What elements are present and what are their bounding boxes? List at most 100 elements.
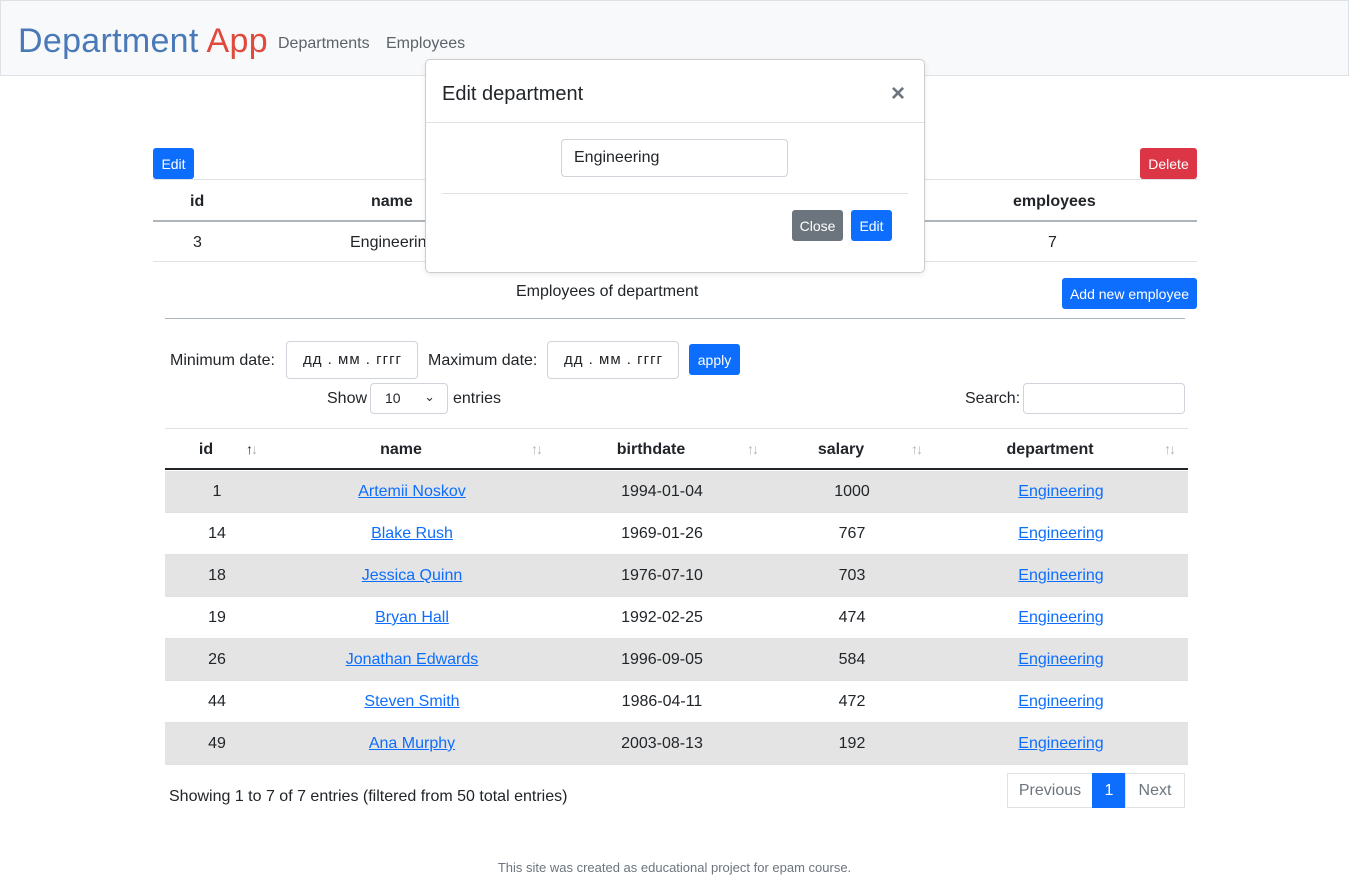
cell-id: 26 [208, 651, 226, 668]
cell-salary: 584 [838, 651, 866, 668]
col-header-salary[interactable]: salary [777, 441, 905, 459]
employee-link[interactable]: Steven Smith [364, 693, 459, 710]
cell-salary: 703 [838, 567, 866, 584]
cell-id: 18 [208, 567, 226, 584]
sort-icon[interactable]: ↑↓ [1164, 441, 1176, 457]
employee-link[interactable]: Jonathan Edwards [346, 651, 479, 668]
nav-link-departments[interactable]: Departments [278, 34, 370, 54]
sort-icon[interactable]: ↑↓ [531, 441, 543, 457]
employee-link[interactable]: Artemii Noskov [358, 483, 466, 500]
brand-part2: App [206, 22, 268, 60]
department-link[interactable]: Engineering [1018, 651, 1103, 668]
department-link[interactable]: Engineering [1018, 609, 1103, 626]
dept-header-name: name [371, 193, 413, 210]
modal-close-button[interactable]: Close [792, 210, 843, 241]
department-link[interactable]: Engineering [1018, 693, 1103, 710]
table-row: 14 Blake Rush 1969-01-26 767 Engineering [165, 513, 1188, 555]
cell-name: Ana Murphy [275, 735, 549, 753]
entries-label: entries [453, 390, 502, 407]
department-link[interactable]: Engineering [1018, 735, 1103, 752]
dept-header-id: id [190, 193, 205, 210]
table-row: 18 Jessica Quinn 1976-07-10 703 Engineering [165, 555, 1188, 597]
employee-link[interactable]: Bryan Hall [375, 609, 449, 626]
close-icon[interactable]: × [891, 82, 905, 106]
show-label: Show [327, 390, 368, 407]
sort-icon[interactable]: ↑↓ [747, 441, 759, 457]
dept-cell-employees: 7 [1048, 234, 1057, 251]
chevron-down-icon: ⌄ [424, 389, 435, 404]
cell-salary: 192 [838, 735, 866, 752]
max-date-label: Maximum date: [428, 352, 538, 369]
table-row: 49 Ana Murphy 2003-08-13 192 Engineering [165, 723, 1188, 765]
sort-icon[interactable]: ↑↓ [911, 441, 923, 457]
cell-salary: 1000 [834, 483, 870, 500]
pagination-page-1[interactable]: 1 [1092, 773, 1126, 808]
cell-department: Engineering [937, 567, 1185, 585]
table-row: 44 Steven Smith 1986-04-11 472 Engineering [165, 681, 1188, 723]
apply-filter-button[interactable]: apply [689, 344, 740, 375]
footer-text: This site was created as educational pro… [497, 860, 852, 875]
col-header-birthdate[interactable]: birthdate [563, 441, 739, 459]
col-header-department[interactable]: department [937, 441, 1163, 459]
cell-birthdate: 1969-01-26 [621, 525, 703, 542]
entries-select[interactable]: 10 ⌄ [370, 383, 448, 414]
modal-footer-divider [442, 193, 908, 194]
cell-salary: 472 [838, 693, 866, 710]
cell-department: Engineering [937, 525, 1185, 543]
section-divider [165, 318, 1185, 319]
col-header-name[interactable]: name [275, 441, 527, 459]
dept-cell-id: 3 [193, 234, 202, 251]
delete-department-button[interactable]: Delete [1140, 148, 1197, 179]
cell-name: Jonathan Edwards [275, 651, 549, 669]
cell-department: Engineering [937, 693, 1185, 711]
table-row: 1 Artemii Noskov 1994-01-04 1000 Engineering [165, 471, 1188, 513]
sort-asc-icon[interactable]: ↑↓ [246, 441, 258, 457]
modal-header-divider [426, 122, 924, 123]
brand-logo[interactable]: Department App [18, 20, 268, 62]
nav-link-employees[interactable]: Employees [386, 34, 465, 54]
cell-id: 14 [208, 525, 226, 542]
cell-birthdate: 1986-04-11 [621, 693, 703, 710]
cell-name: Artemii Noskov [275, 483, 549, 501]
max-date-input[interactable]: дд . мм . гггг [547, 341, 679, 379]
employees-caption: Employees of department [516, 283, 699, 300]
brand-part1: Department [18, 22, 199, 60]
cell-department: Engineering [937, 651, 1185, 669]
add-employee-button[interactable]: Add new employee [1062, 278, 1197, 309]
cell-id: 49 [208, 735, 226, 752]
department-link[interactable]: Engineering [1018, 483, 1103, 500]
cell-birthdate: 1976-07-10 [621, 567, 703, 584]
cell-name: Jessica Quinn [275, 567, 549, 585]
cell-birthdate: 1996-09-05 [621, 651, 703, 668]
cell-name: Bryan Hall [275, 609, 549, 627]
dept-header-employees: employees [1013, 193, 1096, 210]
table-info: Showing 1 to 7 of 7 entries (filtered fr… [169, 788, 568, 805]
cell-name: Steven Smith [275, 693, 549, 711]
department-name-input[interactable]: Engineering [561, 139, 788, 177]
cell-department: Engineering [937, 735, 1185, 753]
employee-link[interactable]: Blake Rush [371, 525, 453, 542]
col-header-id[interactable]: id [165, 441, 247, 459]
entries-value: 10 [385, 390, 401, 406]
min-date-input[interactable]: дд . мм . гггг [286, 341, 418, 379]
edit-department-button[interactable]: Edit [153, 148, 194, 179]
cell-id: 44 [208, 693, 226, 710]
employee-link[interactable]: Ana Murphy [369, 735, 455, 752]
cell-id: 19 [208, 609, 226, 626]
department-link[interactable]: Engineering [1018, 567, 1103, 584]
search-input[interactable] [1023, 383, 1185, 414]
table-row: 19 Bryan Hall 1992-02-25 474 Engineering [165, 597, 1188, 639]
employee-link[interactable]: Jessica Quinn [362, 567, 463, 584]
search-label: Search: [965, 390, 1021, 407]
pagination-previous[interactable]: Previous [1007, 773, 1093, 808]
cell-department: Engineering [937, 609, 1185, 627]
pagination-next[interactable]: Next [1125, 773, 1185, 808]
cell-birthdate: 1994-01-04 [621, 483, 703, 500]
department-link[interactable]: Engineering [1018, 525, 1103, 542]
modal-edit-button[interactable]: Edit [851, 210, 892, 241]
cell-birthdate: 2003-08-13 [621, 735, 703, 752]
cell-salary: 767 [838, 525, 866, 542]
cell-id: 1 [212, 483, 222, 500]
modal-title: Edit department [442, 83, 584, 105]
cell-salary: 474 [838, 609, 866, 626]
